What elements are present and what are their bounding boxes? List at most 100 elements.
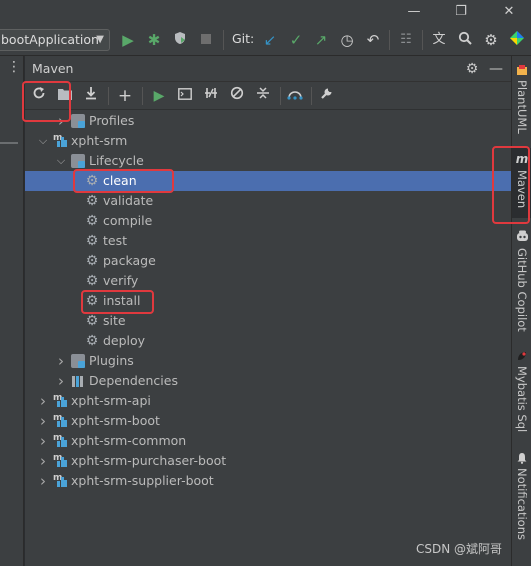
gear-icon: ⚙ xyxy=(85,273,99,289)
maven-settings-icon[interactable] xyxy=(317,86,337,106)
translate-icon[interactable]: 文 xyxy=(429,30,449,50)
search-icon[interactable] xyxy=(455,30,475,50)
lifecycle-goal-test[interactable]: ⚙ test xyxy=(25,231,511,251)
highlight-clean-box xyxy=(73,169,174,193)
notifications-tab[interactable]: Notifications xyxy=(512,450,531,546)
window-titlebar: — ❐ ✕ xyxy=(0,0,531,24)
dependencies-icon xyxy=(71,374,85,388)
show-dependencies-icon[interactable] xyxy=(285,86,305,106)
coverage-icon[interactable] xyxy=(170,30,190,50)
mybatis-icon xyxy=(515,350,529,364)
gear-icon[interactable]: ⚙ xyxy=(463,59,481,79)
toggle-offline-icon[interactable] xyxy=(201,86,221,106)
lifecycle-goal-deploy[interactable]: ⚙ deploy xyxy=(25,331,511,351)
tree-node-xpht-srm-boot[interactable]: › m xpht-srm-boot xyxy=(25,411,511,431)
tree-node-label: Plugins xyxy=(89,353,134,368)
folder-icon xyxy=(71,354,85,368)
gear-icon: ⚙ xyxy=(85,313,99,329)
close-icon[interactable]: ✕ xyxy=(498,2,520,22)
run-configuration-label: bootApplication xyxy=(1,32,99,47)
copilot-tab-label: GitHub Copilot xyxy=(515,248,529,332)
tree-node-label: Lifecycle xyxy=(89,153,144,168)
tree-node-label: test xyxy=(103,233,128,248)
maven-header: Maven ⚙ — xyxy=(25,56,511,82)
editor-gutter-marker xyxy=(0,142,18,144)
tree-node-label: validate xyxy=(103,193,154,208)
gear-icon: ⚙ xyxy=(85,213,99,229)
copilot-tab[interactable]: GitHub Copilot xyxy=(512,228,531,332)
execute-goal-icon[interactable] xyxy=(175,86,195,106)
tree-node-xpht-srm[interactable]: ⌵ m xpht-srm xyxy=(25,131,511,151)
debug-icon[interactable]: ✱ xyxy=(144,30,164,50)
settings-icon[interactable]: ⚙ xyxy=(481,30,501,50)
chevron-right-icon[interactable]: › xyxy=(37,391,49,411)
rollback-icon[interactable]: ↶ xyxy=(363,30,383,50)
tree-node-profiles[interactable]: › Profiles xyxy=(25,111,511,131)
mybatis-tab-label: Mybatis Sql xyxy=(515,366,529,433)
collapse-icon[interactable] xyxy=(253,86,273,106)
highlight-maven-tab-box xyxy=(492,146,530,224)
chevron-right-icon[interactable]: › xyxy=(37,451,49,471)
skip-tests-icon[interactable] xyxy=(227,86,247,106)
mybatis-tab[interactable]: Mybatis Sql xyxy=(512,348,531,440)
maven-toolbar: + ▶ xyxy=(25,82,511,110)
restore-icon[interactable]: ❐ xyxy=(450,2,472,22)
run-icon[interactable]: ▶ xyxy=(118,30,138,50)
logo-icon[interactable] xyxy=(507,30,527,50)
run-maven-icon[interactable]: ▶ xyxy=(149,86,169,106)
right-tool-strip: PlantUML m Maven GitHub Copilot Mybatis … xyxy=(511,56,531,566)
hide-panel-icon[interactable]: — xyxy=(487,59,505,79)
plantuml-tab[interactable]: PlantUML xyxy=(512,62,531,144)
stop-icon[interactable] xyxy=(196,30,216,50)
more-options-icon[interactable]: ⋮ xyxy=(7,60,21,74)
highlight-reload-box xyxy=(22,81,71,122)
git-label: Git: xyxy=(232,31,255,46)
lifecycle-goal-site[interactable]: ⚙ site xyxy=(25,311,511,331)
chevron-right-icon[interactable]: › xyxy=(37,471,49,491)
copilot-icon xyxy=(515,230,529,244)
maven-module-icon: m xyxy=(53,414,67,428)
minimize-icon[interactable]: — xyxy=(403,2,425,22)
chevron-down-icon[interactable]: ⌵ xyxy=(37,131,49,151)
maven-module-icon: m xyxy=(53,454,67,468)
run-configuration-select[interactable]: bootApplication ▼ xyxy=(0,29,110,51)
folder-icon xyxy=(71,154,85,168)
tree-node-label: xpht-srm-boot xyxy=(71,413,160,428)
tree-node-xpht-srm-common[interactable]: › m xpht-srm-common xyxy=(25,431,511,451)
git-update-icon[interactable]: ↙ xyxy=(260,30,280,50)
folder-icon xyxy=(71,114,85,128)
tree-node-label: xpht-srm-api xyxy=(71,393,151,408)
chevron-right-icon[interactable]: › xyxy=(37,431,49,451)
structure-icon[interactable]: ☷ xyxy=(396,30,416,50)
git-push-icon[interactable]: ↗ xyxy=(311,30,331,50)
chevron-down-icon: ▼ xyxy=(96,34,104,45)
lifecycle-goal-compile[interactable]: ⚙ compile xyxy=(25,211,511,231)
tree-node-xpht-srm-api[interactable]: › m xpht-srm-api xyxy=(25,391,511,411)
lifecycle-goal-verify[interactable]: ⚙ verify xyxy=(25,271,511,291)
chevron-right-icon[interactable]: › xyxy=(55,351,67,371)
tree-node-label: compile xyxy=(103,213,153,228)
git-commit-icon[interactable]: ✓ xyxy=(286,30,306,50)
tree-node-dependencies[interactable]: › Dependencies xyxy=(25,371,511,391)
chevron-right-icon[interactable]: › xyxy=(37,411,49,431)
chevron-right-icon[interactable]: › xyxy=(55,371,67,391)
lifecycle-goal-validate[interactable]: ⚙ validate xyxy=(25,191,511,211)
gear-icon: ⚙ xyxy=(85,233,99,249)
tree-node-plugins[interactable]: › Plugins xyxy=(25,351,511,371)
tree-node-label: xpht-srm xyxy=(71,133,128,148)
lifecycle-goal-package[interactable]: ⚙ package xyxy=(25,251,511,271)
download-icon[interactable] xyxy=(81,86,101,106)
maven-module-icon: m xyxy=(53,394,67,408)
gear-icon: ⚙ xyxy=(85,193,99,209)
add-icon[interactable]: + xyxy=(115,86,135,106)
tree-node-label: Dependencies xyxy=(89,373,178,388)
tree-node-lifecycle[interactable]: ⌵ Lifecycle xyxy=(25,151,511,171)
tree-node-xpht-srm-supplier-boot[interactable]: › m xpht-srm-supplier-boot xyxy=(25,471,511,491)
editor-left-strip: ⋮ xyxy=(0,56,24,566)
tree-node-label: site xyxy=(103,313,126,328)
tree-node-xpht-srm-purchaser-boot[interactable]: › m xpht-srm-purchaser-boot xyxy=(25,451,511,471)
tree-node-label: xpht-srm-supplier-boot xyxy=(71,473,214,488)
chevron-down-icon[interactable]: ⌵ xyxy=(55,151,67,171)
toolbar-separator xyxy=(389,30,390,50)
history-icon[interactable]: ◷ xyxy=(337,30,357,50)
